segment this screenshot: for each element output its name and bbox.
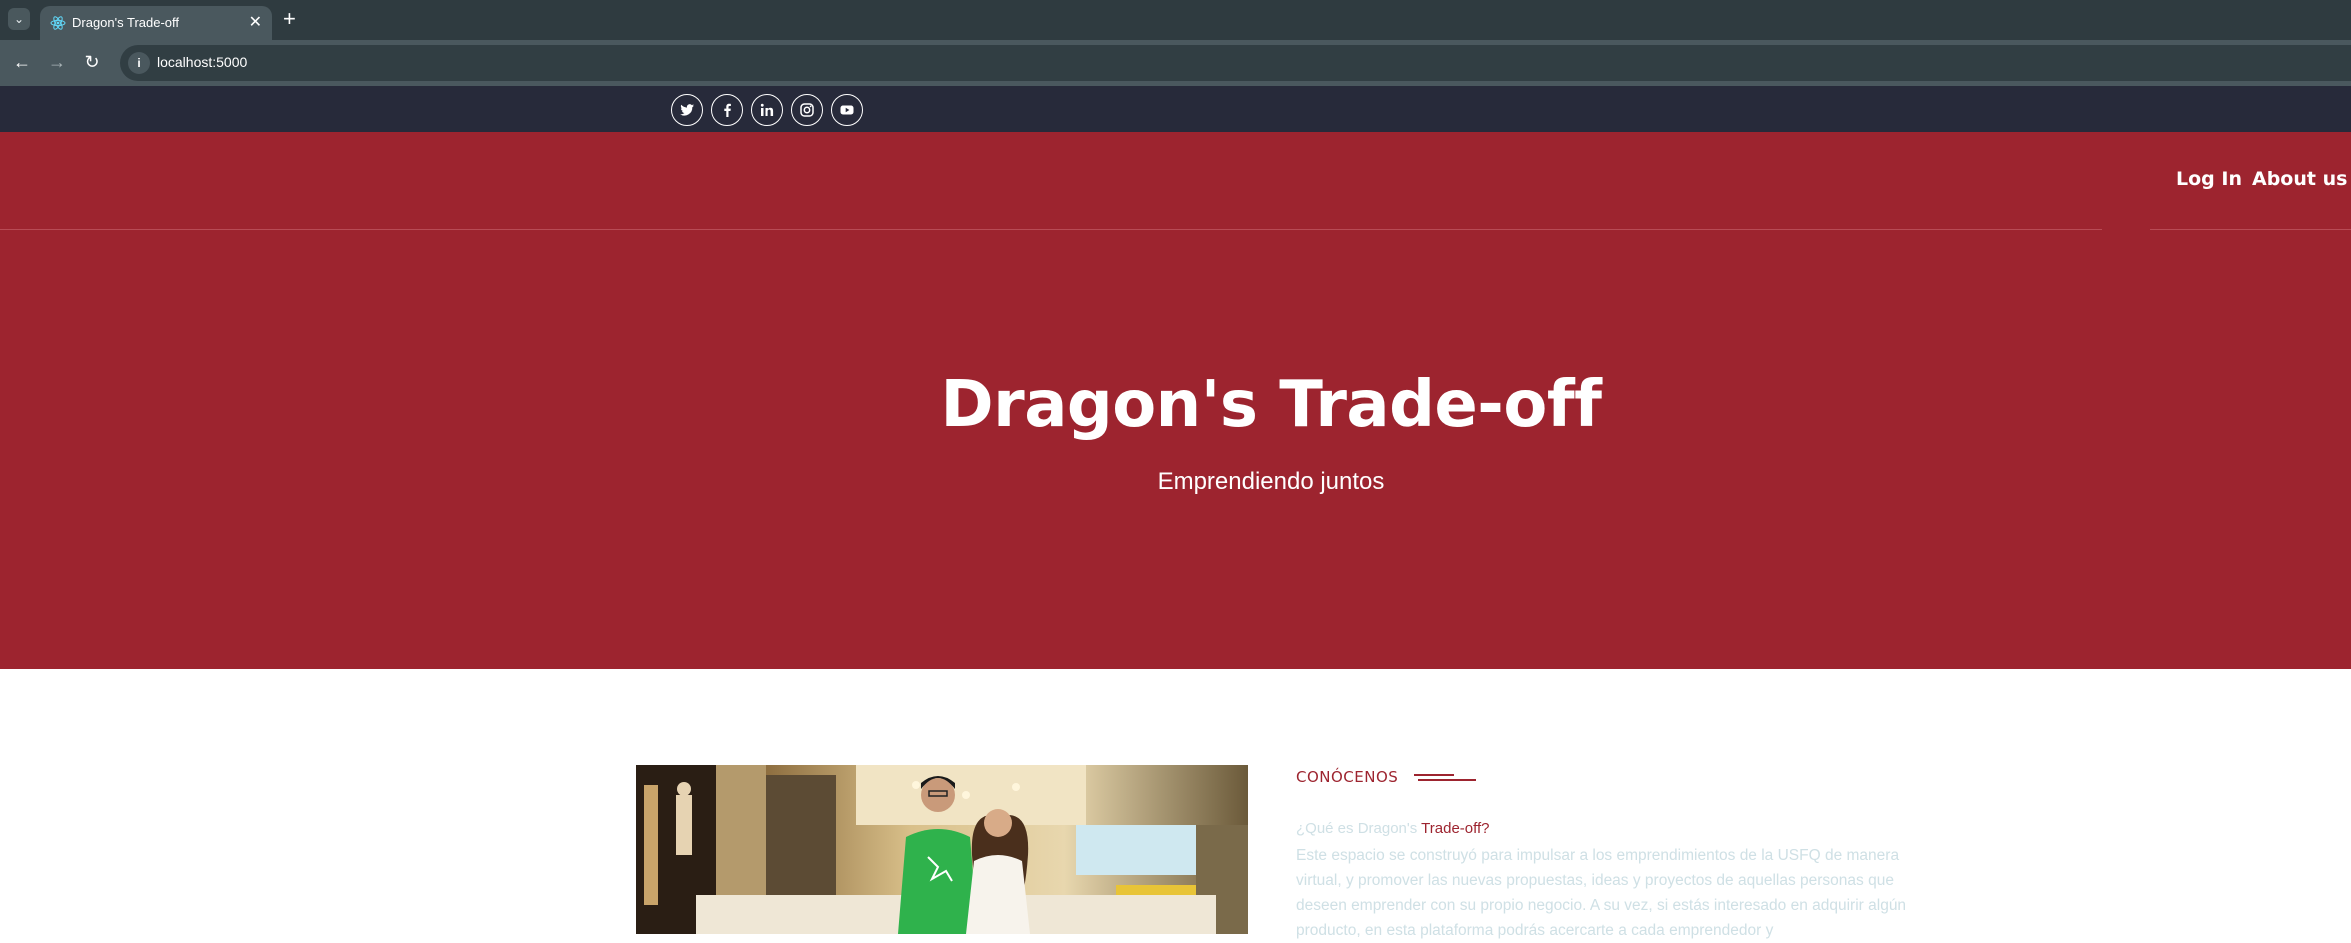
hero-title: Dragon's Trade-off	[940, 368, 1603, 442]
login-link[interactable]: Log In	[2176, 168, 2242, 190]
nav-divider	[0, 229, 2102, 230]
social-bar	[0, 86, 2351, 132]
new-tab-button[interactable]: +	[283, 6, 296, 32]
forward-arrow-icon[interactable]: →	[45, 50, 69, 74]
close-icon[interactable]: ✕	[249, 12, 262, 32]
browser-tab[interactable]: Dragon's Trade-off ✕	[40, 6, 272, 40]
address-bar[interactable]: i localhost:5000	[120, 45, 2351, 81]
nav-divider	[2150, 229, 2351, 230]
instagram-icon[interactable]	[791, 94, 823, 126]
site-info-icon[interactable]: i	[128, 52, 150, 74]
reload-icon[interactable]: ↻	[80, 50, 104, 74]
tab-search-button[interactable]: ⌄	[8, 8, 30, 30]
about-description: Este espacio se construyó para impulsar …	[1296, 847, 1907, 939]
youtube-icon[interactable]	[831, 94, 863, 126]
react-icon	[50, 16, 66, 30]
tab-title: Dragon's Trade-off	[72, 15, 180, 30]
section-label-rule	[1418, 779, 1476, 781]
section-label-rule	[1414, 774, 1454, 776]
facebook-icon[interactable]	[711, 94, 743, 126]
twitter-icon[interactable]	[671, 94, 703, 126]
question-highlight: Trade-off?	[1421, 820, 1490, 837]
about-us-link[interactable]: About us	[2252, 168, 2347, 190]
about-photo	[636, 765, 1248, 934]
browser-tabstrip: ⌄ Dragon's Trade-off ✕ +	[0, 0, 2351, 40]
question-text: ¿Qué es Dragon's	[1296, 820, 1422, 837]
hero-subtitle: Emprendiendo juntos	[1157, 468, 1385, 495]
browser-toolbar: ← → ↻ i localhost:5000	[0, 40, 2351, 86]
storefront-photo-image	[636, 765, 1248, 934]
section-label: CONÓCENOS	[1296, 768, 1399, 786]
hero-section: Log In About us Dragon's Trade-off Empre…	[0, 132, 2351, 669]
back-arrow-icon[interactable]: ←	[10, 50, 34, 74]
linkedin-icon[interactable]	[751, 94, 783, 126]
url-text[interactable]: localhost:5000	[157, 54, 247, 70]
about-question: ¿Qué es Dragon's Trade-off?	[1296, 820, 1490, 837]
